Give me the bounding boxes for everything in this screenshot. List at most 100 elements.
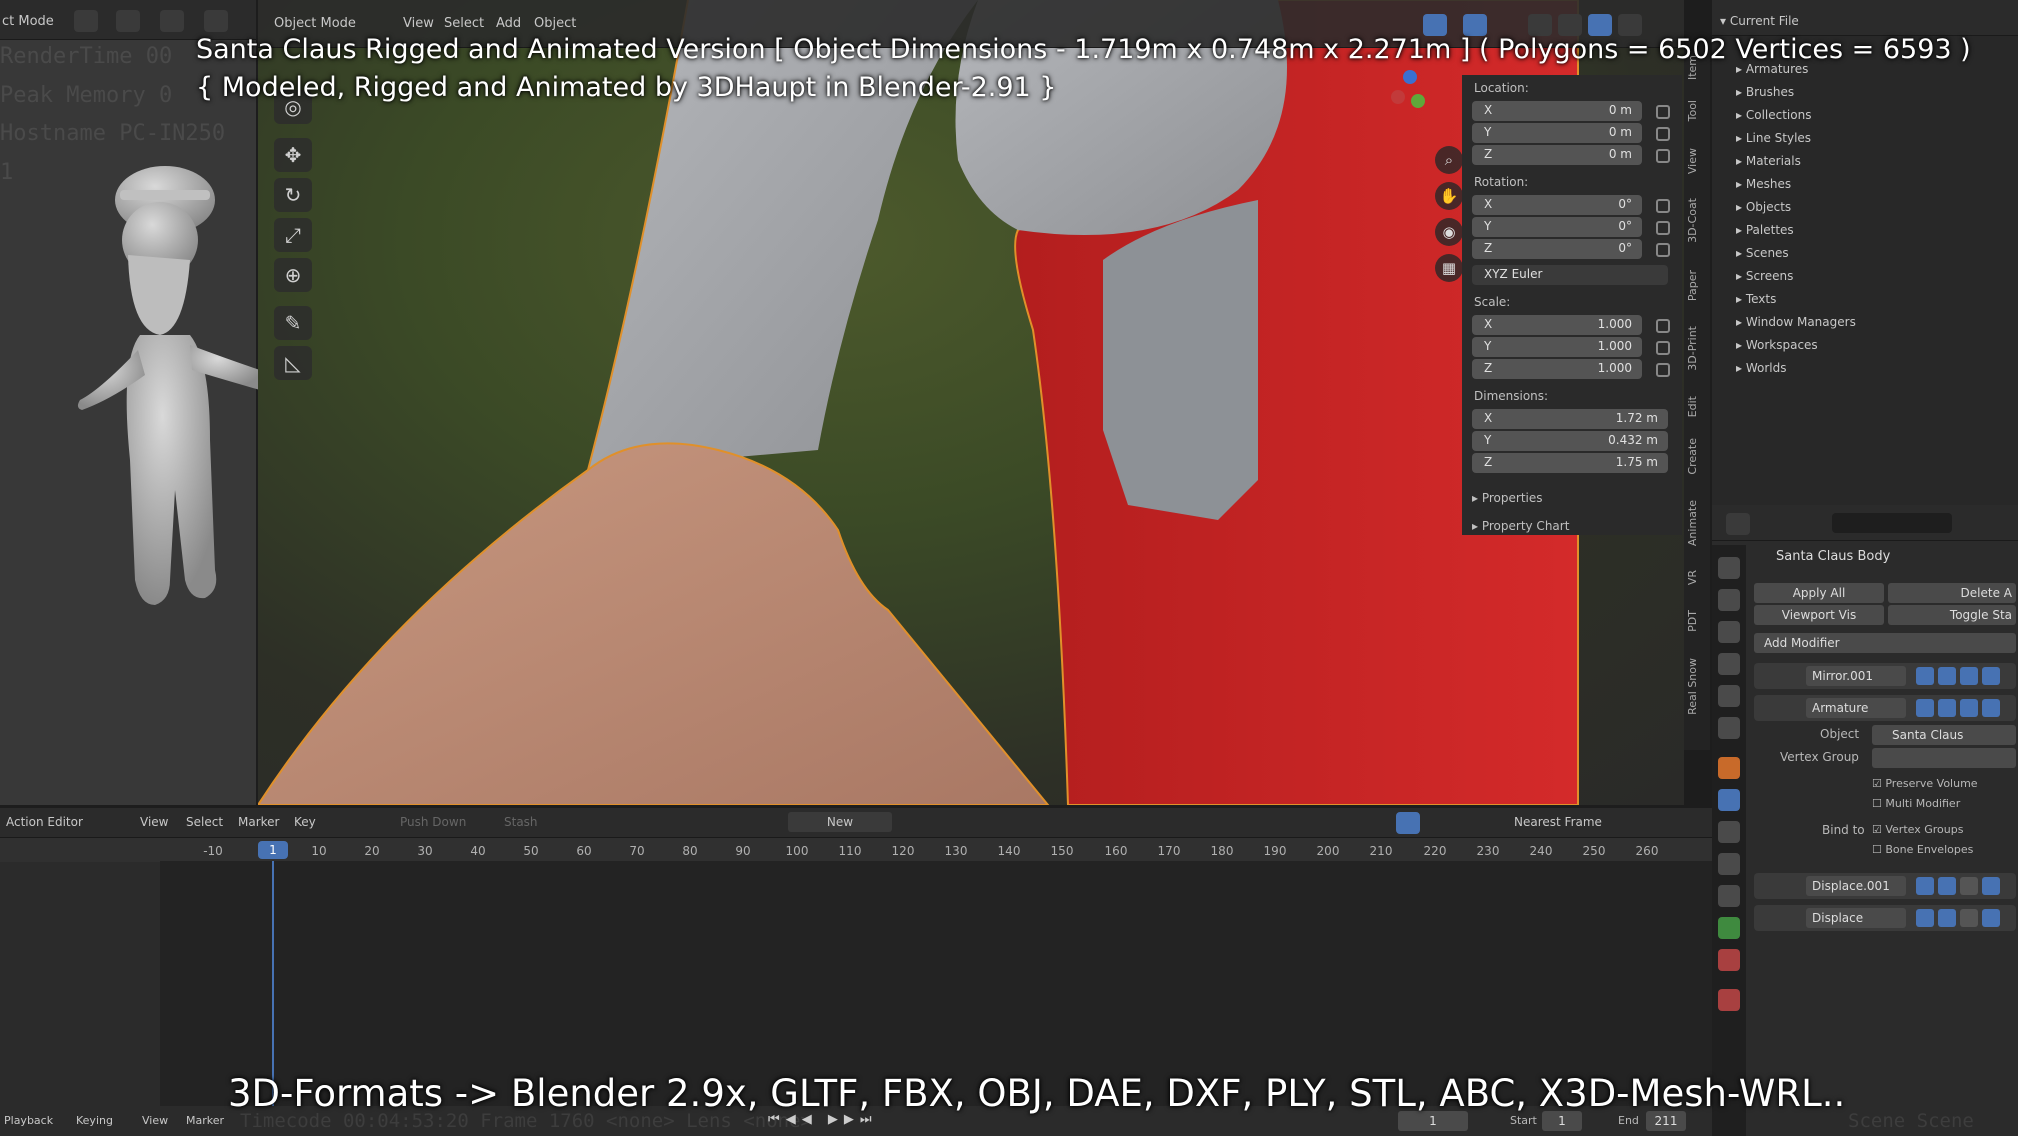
world-tab-icon[interactable] bbox=[1718, 717, 1740, 739]
camera-icon[interactable]: ◉ bbox=[1435, 218, 1463, 246]
tab-edit[interactable]: Edit bbox=[1686, 396, 1708, 417]
left-viewport[interactable]: ct Mode RenderTime 00 Peak Memory 0 Host… bbox=[0, 0, 260, 805]
material-tab-icon[interactable] bbox=[1718, 949, 1740, 971]
tab-real-snow[interactable]: Real Snow bbox=[1686, 658, 1708, 715]
new-action-button[interactable]: New bbox=[788, 812, 892, 832]
bone-envelopes-checkbox[interactable]: ☐ Bone Envelopes bbox=[1872, 843, 1973, 856]
scale-z-field[interactable]: Z 1.000 bbox=[1472, 359, 1642, 379]
edit-mode-toggle-icon[interactable] bbox=[1916, 667, 1934, 685]
object-mode-selector[interactable]: Object Mode bbox=[274, 16, 356, 31]
keying-menu[interactable]: Keying bbox=[76, 1114, 113, 1127]
editor-type-dropdown[interactable]: Action Editor bbox=[6, 815, 83, 829]
dimensions-z-field[interactable]: Z 1.75 m bbox=[1472, 453, 1668, 473]
modifier-name-field[interactable]: Mirror.001 bbox=[1806, 666, 1906, 686]
outliner-item-palettes[interactable]: ▸ Palettes bbox=[1736, 223, 1794, 237]
gizmo-icon[interactable] bbox=[116, 10, 140, 32]
preserve-volume-checkbox[interactable]: ☑ Preserve Volume bbox=[1872, 777, 1978, 790]
object-tab-icon[interactable] bbox=[1718, 757, 1740, 779]
solid-shading-icon[interactable] bbox=[1558, 14, 1582, 36]
tab-3d-coat[interactable]: 3D-Coat bbox=[1686, 198, 1708, 243]
filter-icon[interactable] bbox=[1396, 812, 1420, 834]
edit-mode-toggle-icon[interactable] bbox=[1916, 877, 1934, 895]
scale-tool-icon[interactable]: ⤢ bbox=[274, 218, 312, 252]
transform-tool-icon[interactable]: ⊕ bbox=[274, 258, 312, 292]
viewport-toggle-icon[interactable] bbox=[1938, 699, 1956, 717]
multi-modifier-checkbox[interactable]: ☐ Multi Modifier bbox=[1872, 797, 1960, 810]
viewport-toggle-icon[interactable] bbox=[1938, 909, 1956, 927]
modifier-displace001-row[interactable]: Displace.001 bbox=[1754, 873, 2016, 899]
outliner-item-texts[interactable]: ▸ Texts bbox=[1736, 292, 1776, 306]
modifier-armature-row[interactable]: Armature bbox=[1754, 695, 2016, 721]
physics-tab-icon[interactable] bbox=[1718, 853, 1740, 875]
render-tab-icon[interactable] bbox=[1718, 589, 1740, 611]
lock-icon[interactable] bbox=[1656, 363, 1670, 377]
camera-toggle-icon[interactable] bbox=[1982, 909, 2000, 927]
outliner-item-workspaces[interactable]: ▸ Workspaces bbox=[1736, 338, 1818, 352]
material-shading-icon[interactable] bbox=[1588, 14, 1612, 36]
bottom-marker-menu[interactable]: Marker bbox=[186, 1114, 224, 1127]
tab-3d-print[interactable]: 3D-Print bbox=[1686, 326, 1708, 371]
stash-button[interactable]: Stash bbox=[504, 815, 538, 829]
menu-add[interactable]: Add bbox=[496, 16, 521, 31]
modifier-name-field[interactable]: Displace bbox=[1806, 908, 1906, 928]
tab-create[interactable]: Create bbox=[1686, 438, 1708, 475]
toggle-stack-button[interactable]: Toggle Sta bbox=[1888, 605, 2016, 625]
outliner-item-worlds[interactable]: ▸ Worlds bbox=[1736, 361, 1786, 375]
viewport-toggle-icon[interactable] bbox=[1938, 667, 1956, 685]
armature-object-field[interactable]: Santa Claus bbox=[1872, 725, 2016, 745]
navigation-gizmo[interactable] bbox=[1373, 70, 1433, 130]
tab-pdt[interactable]: PDT bbox=[1686, 610, 1708, 632]
camera-toggle-icon[interactable] bbox=[1982, 667, 2000, 685]
modifier-tab-icon[interactable] bbox=[1718, 789, 1740, 811]
properties-search-input[interactable] bbox=[1832, 513, 1952, 533]
camera-toggle-icon[interactable] bbox=[1982, 877, 2000, 895]
overlay-toggle-icon[interactable] bbox=[1423, 14, 1447, 36]
timeline-menu-key[interactable]: Key bbox=[294, 815, 316, 829]
lock-icon[interactable] bbox=[1656, 199, 1670, 213]
particles-tab-icon[interactable] bbox=[1718, 821, 1740, 843]
tab-animate[interactable]: Animate bbox=[1686, 500, 1708, 546]
vertex-groups-checkbox[interactable]: ☑ Vertex Groups bbox=[1872, 823, 1963, 836]
shading-icon[interactable] bbox=[204, 10, 228, 32]
timeline-menu-marker[interactable]: Marker bbox=[238, 815, 279, 829]
render-toggle-icon[interactable] bbox=[1960, 877, 1978, 895]
outliner-item-materials[interactable]: ▸ Materials bbox=[1736, 154, 1801, 168]
render-toggle-icon[interactable] bbox=[1960, 699, 1978, 717]
lock-icon[interactable] bbox=[1656, 319, 1670, 333]
tab-view[interactable]: View bbox=[1686, 148, 1708, 174]
push-down-button[interactable]: Push Down bbox=[400, 815, 466, 829]
bottom-view-menu[interactable]: View bbox=[142, 1114, 168, 1127]
outliner-item-meshes[interactable]: ▸ Meshes bbox=[1736, 177, 1791, 191]
outliner-item-screens[interactable]: ▸ Screens bbox=[1736, 269, 1793, 283]
render-toggle-icon[interactable] bbox=[1960, 909, 1978, 927]
measure-tool-icon[interactable]: ◺ bbox=[274, 346, 312, 380]
lock-icon[interactable] bbox=[1656, 105, 1670, 119]
playback-menu[interactable]: Playback bbox=[4, 1114, 53, 1127]
lock-icon[interactable] bbox=[1656, 341, 1670, 355]
lock-icon[interactable] bbox=[1656, 243, 1670, 257]
constraints-tab-icon[interactable] bbox=[1718, 885, 1740, 907]
outliner-item-collections[interactable]: ▸ Collections bbox=[1736, 108, 1811, 122]
gizmo-x-axis[interactable] bbox=[1391, 90, 1405, 104]
texture-tab-icon[interactable] bbox=[1718, 989, 1740, 1011]
outliner-item-brushes[interactable]: ▸ Brushes bbox=[1736, 85, 1794, 99]
vertex-group-field[interactable] bbox=[1872, 748, 2016, 768]
camera-toggle-icon[interactable] bbox=[1982, 699, 2000, 717]
rotation-x-field[interactable]: X 0° bbox=[1472, 195, 1642, 215]
dimensions-y-field[interactable]: Y 0.432 m bbox=[1472, 431, 1668, 451]
viewport-vis-button[interactable]: Viewport Vis bbox=[1754, 605, 1884, 625]
snap-dropdown[interactable]: Nearest Frame bbox=[1514, 815, 1602, 829]
location-y-field[interactable]: Y 0 m bbox=[1472, 123, 1642, 143]
scale-x-field[interactable]: X 1.000 bbox=[1472, 315, 1642, 335]
lock-icon[interactable] bbox=[1656, 221, 1670, 235]
timeline-menu-view[interactable]: View bbox=[140, 815, 168, 829]
rotation-z-field[interactable]: Z 0° bbox=[1472, 239, 1642, 259]
edit-mode-toggle-icon[interactable] bbox=[1916, 909, 1934, 927]
data-tab-icon[interactable] bbox=[1718, 917, 1740, 939]
grid-perspective-icon[interactable]: ▦ bbox=[1435, 254, 1463, 282]
current-frame-indicator[interactable]: 1 bbox=[258, 841, 288, 859]
outliner-item-line-styles[interactable]: ▸ Line Styles bbox=[1736, 131, 1811, 145]
rendered-shading-icon[interactable] bbox=[1618, 14, 1642, 36]
hamburger-icon[interactable] bbox=[74, 10, 98, 32]
lock-icon[interactable] bbox=[1656, 149, 1670, 163]
